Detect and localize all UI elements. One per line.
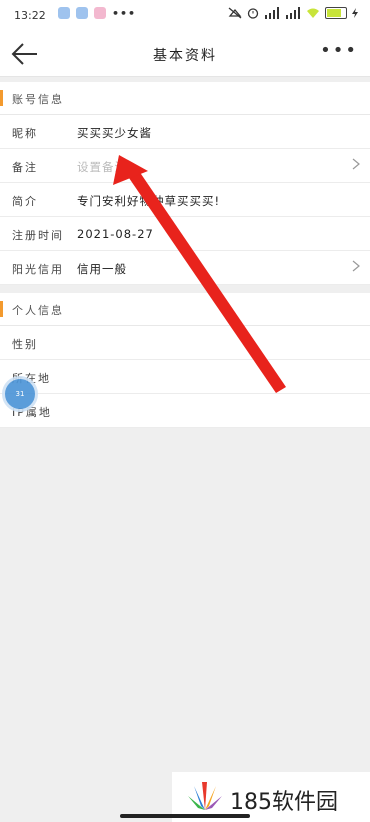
remark-placeholder[interactable]: 设置备注 <box>77 159 127 175</box>
section-accent-bar <box>0 301 3 317</box>
status-bar: 13:22 ••• <box>0 0 370 32</box>
section-title: 账号信息 <box>12 93 64 106</box>
alarm-icon <box>247 8 259 19</box>
page-title: 基本资料 <box>153 48 217 64</box>
brand-name: 185软件园 <box>230 790 338 815</box>
row-label: 备注 <box>12 161 38 174</box>
account-section-header: 账号信息 <box>0 82 370 115</box>
credit-value: 信用一般 <box>77 262 127 276</box>
home-indicator[interactable] <box>120 814 250 818</box>
wifi-icon <box>307 8 319 18</box>
row-ip-location: IP属地 <box>0 394 370 428</box>
app-notification-icon <box>58 7 70 19</box>
row-label: 简介 <box>12 195 38 208</box>
charging-icon <box>352 8 358 18</box>
nav-bar: 基本资料 ••• <box>0 32 370 77</box>
notification-icons: ••• <box>58 7 136 20</box>
signal-icon <box>265 7 279 19</box>
more-notifications-icon: ••• <box>112 7 137 20</box>
row-label: 阳光信用 <box>12 263 64 276</box>
row-label: 注册时间 <box>12 229 64 242</box>
row-location: 所在地 <box>0 360 370 394</box>
system-icons <box>228 7 358 19</box>
floating-avatar-button[interactable]: 31 <box>2 376 38 412</box>
row-remark[interactable]: 备注 设置备注 <box>0 149 370 183</box>
row-gender: 性别 <box>0 326 370 360</box>
mute-icon <box>228 7 242 19</box>
more-options-button[interactable]: ••• <box>320 40 358 61</box>
app-notification-icon <box>76 7 88 19</box>
register-time-value: 2021-08-27 <box>77 227 154 241</box>
section-title: 个人信息 <box>12 304 64 317</box>
section-accent-bar <box>0 90 3 106</box>
row-register-time: 注册时间 2021-08-27 <box>0 217 370 251</box>
signal-icon <box>286 7 300 19</box>
brand-logo-icon <box>188 782 222 810</box>
status-time: 13:22 <box>14 9 46 22</box>
row-label: 性别 <box>12 338 38 351</box>
nickname-value: 买买买少女酱 <box>77 126 152 140</box>
row-bio: 简介 专门安利好物种草买买买! <box>0 183 370 217</box>
personal-section-header: 个人信息 <box>0 293 370 326</box>
battery-icon <box>325 7 347 19</box>
chevron-right-icon <box>352 158 360 170</box>
chevron-right-icon <box>352 260 360 272</box>
row-sunshine-credit[interactable]: 阳光信用 信用一般 <box>0 251 370 285</box>
bio-value: 专门安利好物种草买买买! <box>77 194 221 208</box>
app-notification-icon <box>94 7 106 19</box>
row-label: 昵称 <box>12 127 38 140</box>
row-nickname: 昵称 买买买少女酱 <box>0 115 370 149</box>
